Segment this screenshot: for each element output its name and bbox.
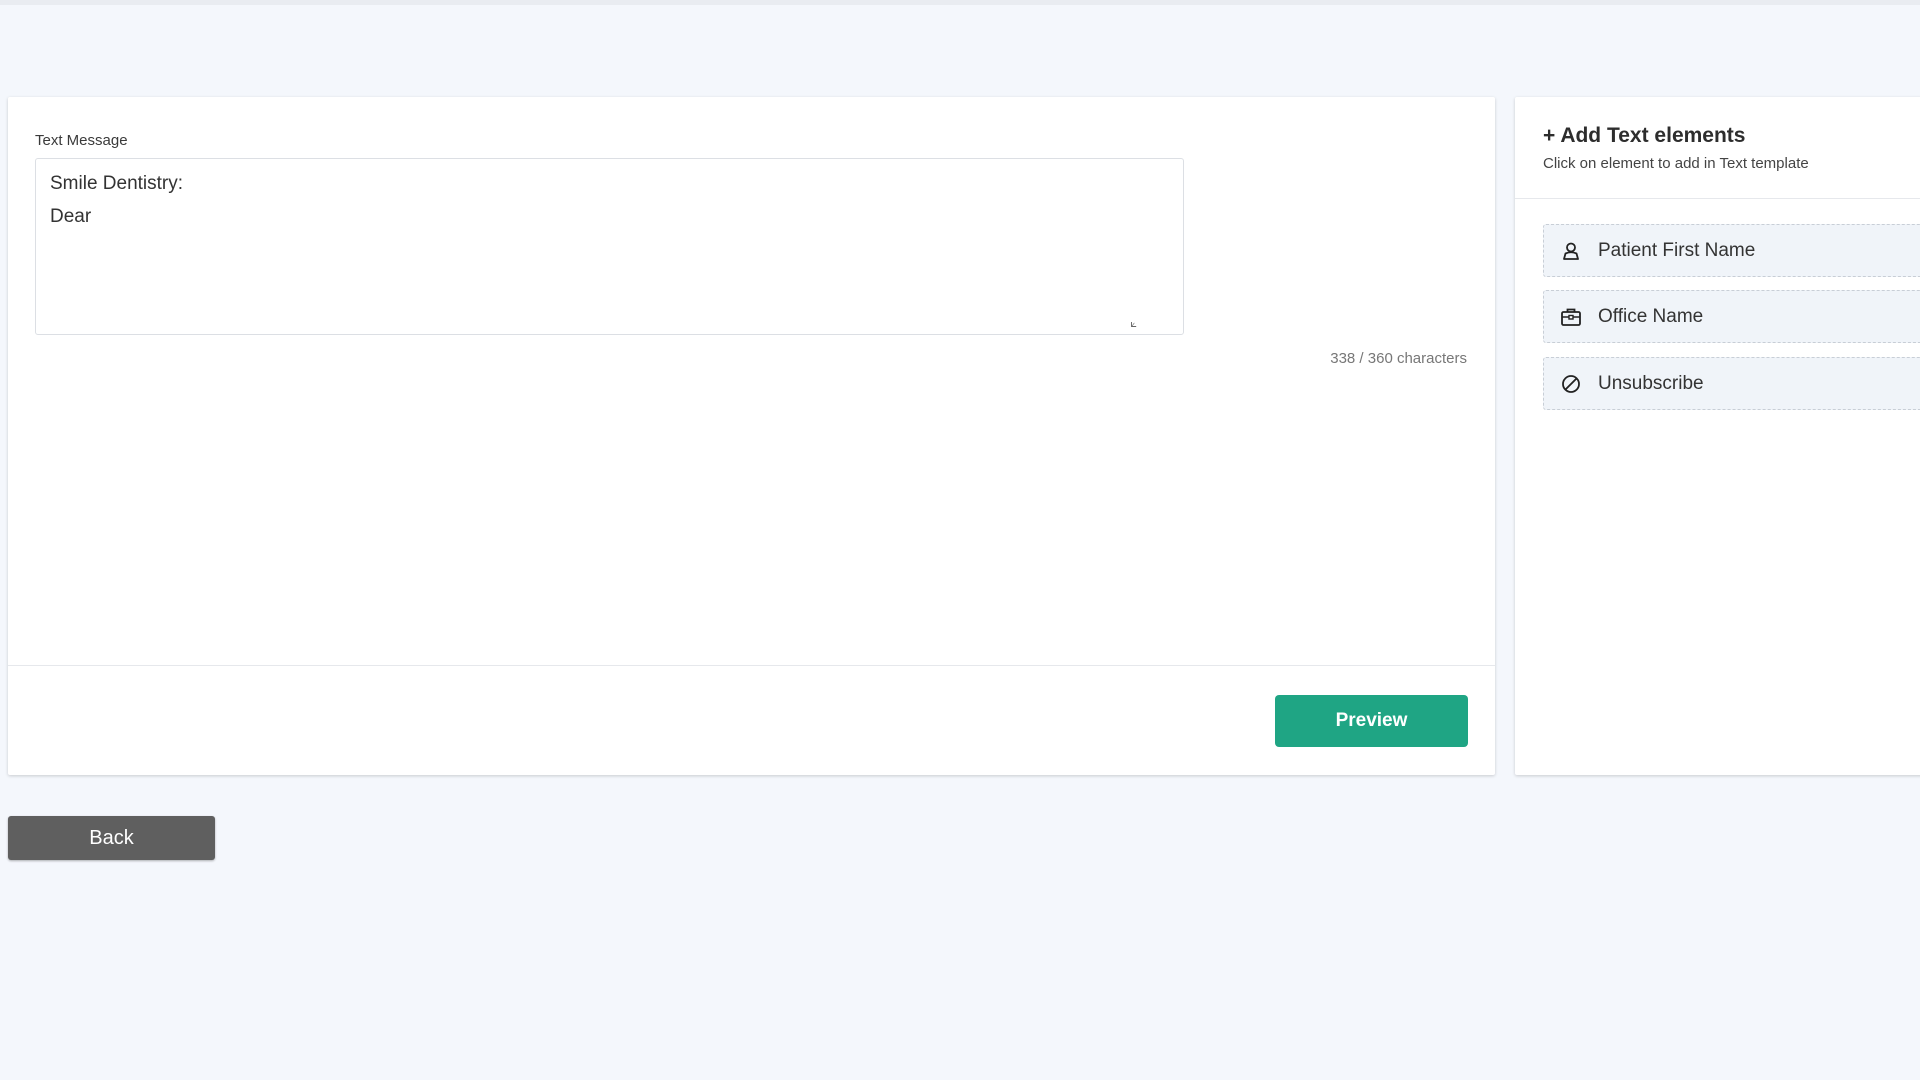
briefcase-icon: [1560, 306, 1582, 328]
message-textarea[interactable]: Smile Dentistry: Dear ⟀: [35, 158, 1184, 335]
element-patient-first-name[interactable]: Patient First Name: [1543, 224, 1920, 277]
text-message-label: Text Message: [35, 132, 128, 149]
panel-title: + Add Text elements: [1543, 124, 1746, 147]
preview-button[interactable]: Preview: [1275, 695, 1468, 747]
message-line: Smile Dentistry:: [50, 173, 184, 194]
top-border: [0, 0, 1920, 5]
text-elements-panel: + Add Text elements Click on element to …: [1515, 97, 1920, 775]
resize-handle-icon[interactable]: ⟀: [1130, 319, 1137, 330]
block-icon: [1560, 373, 1582, 395]
text-message-card: Text Message Smile Dentistry: Dear ⟀ 338…: [8, 97, 1495, 775]
element-label: Office Name: [1598, 305, 1704, 327]
message-line: Dear: [50, 206, 92, 227]
card-divider: [8, 665, 1495, 666]
character-count: 338 / 360 characters: [1330, 350, 1467, 367]
element-label: Patient First Name: [1598, 239, 1756, 261]
panel-subtitle: Click on element to add in Text template: [1543, 155, 1809, 172]
element-unsubscribe[interactable]: Unsubscribe: [1543, 357, 1920, 410]
person-icon: [1560, 240, 1582, 262]
element-office-name[interactable]: Office Name: [1543, 290, 1920, 343]
panel-divider: [1515, 198, 1920, 199]
back-button[interactable]: Back: [8, 816, 215, 860]
element-label: Unsubscribe: [1598, 372, 1704, 394]
